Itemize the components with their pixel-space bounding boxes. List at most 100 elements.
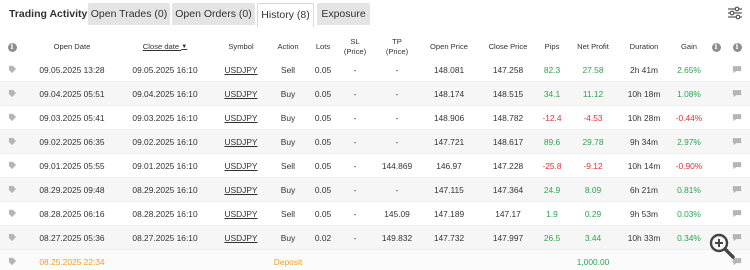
cell-gain: 2.65%	[677, 64, 701, 75]
cell-symbol[interactable]: USDJPY	[220, 106, 262, 129]
col-open-price[interactable]: Open Price	[424, 36, 474, 58]
col-symbol[interactable]: Symbol	[220, 36, 262, 58]
cell-close-price: 147.364	[492, 184, 524, 195]
table-row: 09.03.2025 05:41 09.03.2025 16:10 USDJPY Bu…	[0, 106, 750, 130]
cell-open-date: 09.01.2025 05:55	[39, 160, 105, 171]
tag-icon[interactable]	[6, 178, 18, 201]
col-close-date[interactable]: Close date ▼	[135, 36, 195, 58]
col-net-profit[interactable]: Net Profit	[572, 36, 614, 58]
tag-icon[interactable]	[6, 202, 18, 225]
cell-gain: 0.34%	[677, 232, 701, 243]
cell-tp-price: -	[395, 112, 399, 123]
cell-net-profit: 8.09	[584, 184, 602, 195]
cell-open-price: 147.721	[433, 136, 465, 147]
cell-symbol[interactable]: USDJPY	[220, 178, 262, 201]
table-row: 09.05.2025 13:28 09.05.2025 16:10 USDJPY Se…	[0, 58, 750, 82]
cell-gain: 1.08%	[677, 88, 701, 99]
col-duration[interactable]: Duration	[623, 36, 665, 58]
cell-symbol[interactable]: USDJPY	[220, 154, 262, 177]
cell-symbol[interactable]: USDJPY	[220, 82, 262, 105]
cell-close-price: 147.258	[492, 64, 524, 75]
col-tp-line2: (Price)	[385, 47, 409, 56]
cell-tp-price: 149.832	[381, 232, 413, 243]
cell-close-price: 147.228	[492, 160, 524, 171]
cell-duration: 10h 33m	[627, 232, 661, 243]
tag-icon[interactable]	[6, 226, 18, 249]
comment-icon[interactable]	[731, 178, 743, 201]
cell-close-date: 09.04.2025 16:10	[132, 88, 198, 99]
cell-pips: -25.8	[542, 160, 562, 171]
tag-icon[interactable]	[6, 130, 18, 153]
cell-open-price: 148.081	[433, 64, 465, 75]
col-action[interactable]: Action	[268, 36, 308, 58]
cell-lots: 0.05	[314, 136, 332, 147]
cell-action: Sell	[281, 208, 295, 219]
info-icon[interactable]: i	[731, 36, 743, 58]
tag-icon[interactable]	[6, 82, 18, 105]
col-sl[interactable]: SL (Price)	[336, 36, 374, 58]
cell-lots: 0.05	[314, 208, 332, 219]
comment-icon[interactable]	[731, 58, 743, 81]
cell-lots: 0.05	[314, 112, 332, 123]
col-pips[interactable]: Pips	[538, 36, 566, 58]
comment-icon[interactable]	[731, 82, 743, 105]
comment-icon[interactable]	[731, 154, 743, 177]
cell-gain: 0.03%	[677, 208, 701, 219]
tag-icon[interactable]	[6, 250, 18, 270]
cell-gain: -0.90%	[675, 160, 703, 171]
tab-exposure[interactable]: Exposure	[317, 3, 370, 25]
cell-net-profit: 0.29	[584, 208, 602, 219]
col-gain[interactable]: Gain	[674, 36, 704, 58]
cell-pips: 89.6	[543, 136, 561, 147]
tab-history[interactable]: History (8)	[257, 3, 314, 27]
cell-pips: -12.4	[542, 112, 562, 123]
cell-sl-price: -	[353, 136, 357, 147]
filter-settings-icon[interactable]	[727, 5, 743, 21]
cell-pips: 26.5	[543, 232, 561, 243]
tab-open-trades[interactable]: Open Trades (0)	[88, 3, 170, 25]
cell-open-price: 147.115	[434, 184, 464, 195]
tag-icon[interactable]	[6, 154, 18, 177]
tag-icon[interactable]	[6, 58, 18, 81]
cell-symbol[interactable]: USDJPY	[220, 58, 262, 81]
cell-pips: 34.1	[543, 88, 561, 99]
cell-action: Sell	[281, 160, 295, 171]
cell-open-price: 148.174	[433, 88, 465, 99]
col-open-date[interactable]: Open Date	[38, 36, 106, 58]
comment-icon[interactable]	[731, 130, 743, 153]
table-row: 09.01.2025 05:55 09.01.2025 16:10 USDJPY Se…	[0, 154, 750, 178]
col-lots[interactable]: Lots	[309, 36, 337, 58]
tab-open-orders[interactable]: Open Orders (0)	[172, 3, 255, 25]
table-row: 09.02.2025 06:35 09.02.2025 16:10 USDJPY Bu…	[0, 130, 750, 154]
cell-tp-price: -	[395, 184, 399, 195]
cell-close-date: 09.02.2025 16:10	[132, 136, 198, 147]
cell-close-date: 09.01.2025 16:10	[132, 160, 198, 171]
col-close-price[interactable]: Close Price	[483, 36, 533, 58]
table-row: 08.29.2025 09:48 08.29.2025 16:10 USDJPY Bu…	[0, 178, 750, 202]
cell-symbol[interactable]: USDJPY	[220, 202, 262, 225]
cell-pips: 82.3	[543, 64, 561, 75]
cell-lots: 0.05	[314, 160, 332, 171]
cell-net-profit: 27.58	[582, 64, 604, 75]
cell-open-date: 08.28.2025 06:16	[39, 208, 105, 219]
comment-icon[interactable]	[731, 106, 743, 129]
cell-close-date: 08.28.2025 16:10	[132, 208, 198, 219]
cell-symbol[interactable]: USDJPY	[220, 226, 262, 249]
col-tp[interactable]: TP (Price)	[378, 36, 416, 58]
info-icon[interactable]: i	[6, 36, 18, 58]
cell-sl-price: -	[353, 184, 357, 195]
cell-open-date: 08.29.2025 09:48	[39, 184, 105, 195]
comment-icon[interactable]	[731, 202, 743, 225]
cell-lots: 0.02	[314, 232, 332, 243]
zoom-in-icon[interactable]	[708, 232, 736, 260]
table-header: i Open Date Close date ▼ Symbol Action L…	[0, 36, 750, 58]
cell-pips: 1.9	[546, 208, 558, 219]
tag-icon[interactable]	[6, 106, 18, 129]
table-row-deposit: 08.25.2025 22:34 Deposit 1,000.00	[0, 250, 750, 270]
cell-symbol[interactable]: USDJPY	[220, 130, 262, 153]
info-icon[interactable]: i	[710, 36, 722, 58]
cell-pips: 24.9	[543, 184, 561, 195]
cell-open-price: 147.732	[433, 232, 465, 243]
cell-net-profit: 3.44	[584, 232, 602, 243]
history-table: i Open Date Close date ▼ Symbol Action L…	[0, 36, 750, 270]
